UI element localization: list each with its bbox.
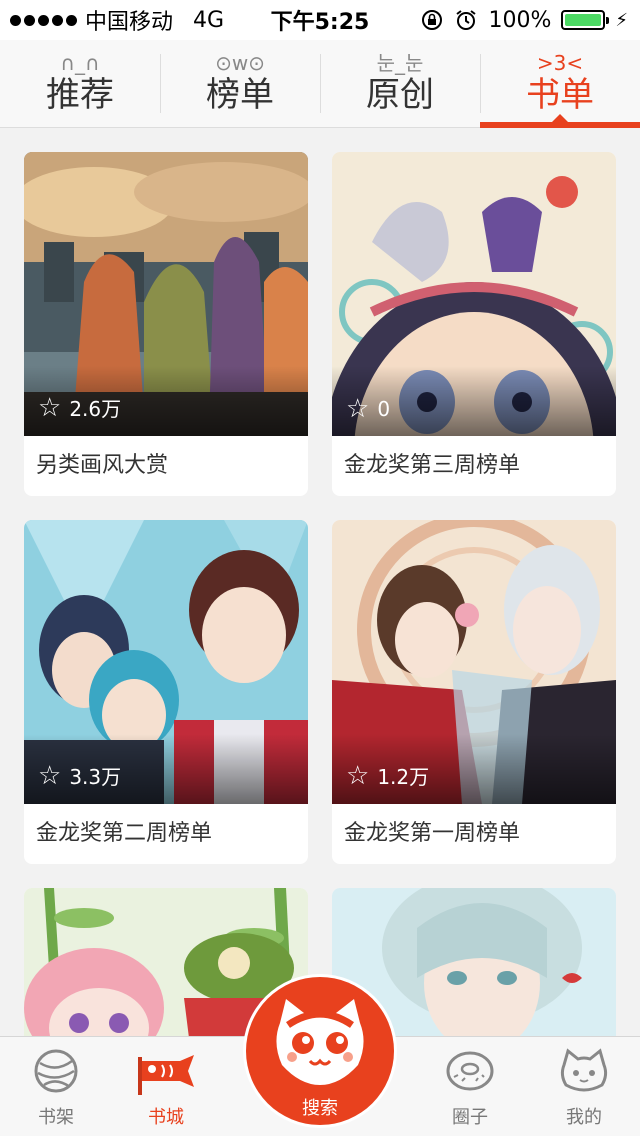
tab-booklists[interactable]: >3< 书单: [480, 40, 640, 128]
nav-label: 书架: [38, 1107, 74, 1128]
nav-label: 圈子: [452, 1107, 488, 1128]
yarn-ball-icon: [34, 1049, 78, 1093]
favorite-count-text: 3.3万: [69, 765, 122, 789]
star-icon: ☆: [346, 394, 370, 424]
battery-percent: 100%: [488, 7, 552, 33]
booklist-title: 金龙奖第二周榜单: [36, 821, 213, 846]
booklist-card[interactable]: ☆ 2.6万 另类画风大赏: [24, 152, 308, 496]
booklist-title: 金龙奖第一周榜单: [344, 821, 521, 846]
cat-search-icon: [276, 999, 364, 1085]
category-tabs: ∩_∩ 推荐 ⊙w⊙ 榜单 눈_눈 原创 >3< 书单: [0, 40, 640, 128]
favorite-count: ☆ 1.2万: [346, 761, 429, 790]
favorite-count: ☆ 3.3万: [38, 761, 121, 790]
star-icon: ☆: [38, 760, 62, 791]
booklist-title: 另类画风大赏: [36, 453, 169, 478]
tab-emote: 눈_눈: [376, 50, 424, 75]
tab-emote: ∩_∩: [60, 50, 100, 75]
tab-rankings[interactable]: ⊙w⊙ 榜单: [160, 40, 320, 127]
network-type: 4G: [193, 7, 225, 33]
nav-community[interactable]: 圈子: [420, 1047, 520, 1129]
tab-original[interactable]: 눈_눈 原创: [320, 40, 480, 127]
booklist-cover[interactable]: ☆ 1.2万: [332, 520, 616, 804]
cat-face-icon: [560, 1048, 608, 1092]
donut-icon: [446, 1051, 494, 1091]
booklist-cover[interactable]: ☆ 2.6万: [24, 152, 308, 436]
booklist-card[interactable]: ☆ 3.3万 金龙奖第二周榜单: [24, 520, 308, 864]
bottom-nav: 书架 书城 圈子 我的 搜索: [0, 977, 640, 1136]
favorite-count-text: 2.6万: [69, 397, 122, 421]
status-bar: 中国移动 4G 下午5:25 100% ⚡: [0, 0, 640, 40]
nav-label: 我的: [566, 1107, 602, 1128]
star-icon: ☆: [38, 392, 62, 423]
fish-flag-icon: [138, 1055, 194, 1095]
alarm-icon: [456, 10, 477, 30]
nav-bookstore[interactable]: 书城: [116, 1047, 216, 1129]
nav-bookshelf[interactable]: 书架: [6, 1047, 106, 1129]
booklist-card[interactable]: ☆ 0 金龙奖第三周榜单: [332, 152, 616, 496]
search-button[interactable]: 搜索: [246, 977, 394, 1125]
booklist-grid: ☆ 2.6万 另类画风大赏 ☆ 0 金龙奖第三周榜单 ☆ 3.3万 金龙奖第二周…: [24, 152, 616, 1048]
tab-emote: >3<: [536, 50, 584, 75]
booklist-cover[interactable]: ☆ 3.3万: [24, 520, 308, 804]
favorite-count: ☆ 2.6万: [38, 393, 121, 422]
rotation-lock-icon: [422, 10, 443, 30]
carrier-name: 中国移动: [85, 10, 174, 35]
booklist-card[interactable]: ☆ 1.2万 金龙奖第一周榜单: [332, 520, 616, 864]
active-tab-indicator: [480, 114, 640, 128]
search-label: 搜索: [302, 1098, 338, 1119]
nav-profile[interactable]: 我的: [534, 1047, 634, 1129]
star-icon: ☆: [346, 760, 370, 791]
tab-label: 榜单: [206, 74, 274, 115]
booklist-cover[interactable]: ☆ 0: [332, 152, 616, 436]
tab-recommend[interactable]: ∩_∩ 推荐: [0, 40, 160, 127]
favorite-count-text: 0: [377, 397, 391, 421]
tab-label: 推荐: [46, 74, 114, 115]
tab-label: 书单: [526, 74, 594, 115]
booklist-title: 金龙奖第三周榜单: [344, 453, 521, 478]
battery-icon: [561, 10, 610, 30]
tab-emote: ⊙w⊙: [215, 50, 265, 75]
favorite-count-text: 1.2万: [377, 765, 430, 789]
signal-strength-icon: [10, 14, 77, 26]
favorite-count: ☆ 0: [346, 396, 390, 422]
charging-icon: ⚡: [615, 9, 628, 31]
tab-label: 原创: [366, 74, 434, 115]
nav-label: 书城: [148, 1107, 184, 1128]
